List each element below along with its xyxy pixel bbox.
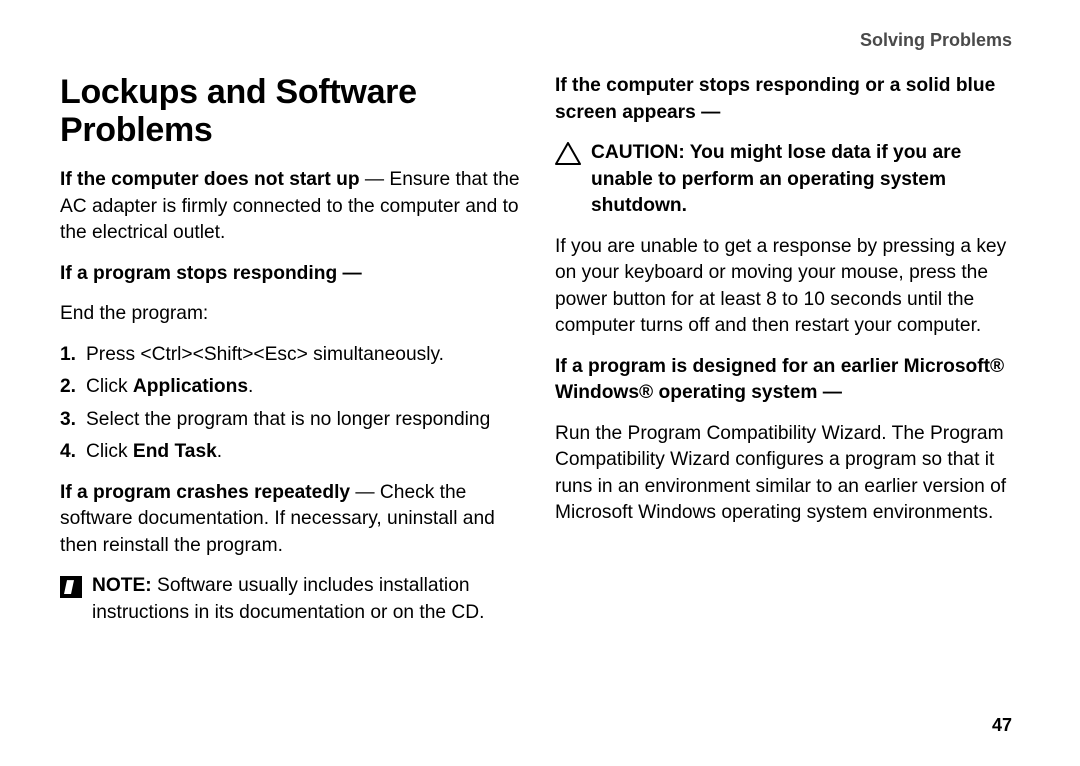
no-start-bold: If the computer does not start up	[60, 169, 360, 190]
step-1: Press <Ctrl><Shift><Esc> simultaneously.	[60, 342, 525, 369]
no-response-paragraph: If you are unable to get a response by p…	[555, 234, 1020, 340]
step-2: Click Applications.	[60, 374, 525, 401]
earlier-windows-heading: If a program is designed for an earlier …	[555, 354, 1020, 407]
step-4: Click End Task.	[60, 439, 525, 466]
left-column: Lockups and Software Problems If the com…	[60, 73, 525, 640]
crashes-paragraph: If a program crashes repeatedly — Check …	[60, 480, 525, 560]
caution-text: CAUTION: You might lose data if you are …	[591, 140, 1020, 220]
page-number: 47	[992, 715, 1012, 736]
note-block: NOTE: Software usually includes installa…	[60, 573, 525, 626]
step-2-pre: Click	[86, 376, 133, 397]
step-2-post: .	[248, 376, 253, 397]
crashes-bold: If a program crashes repeatedly	[60, 482, 350, 503]
caution-triangle-icon	[555, 142, 581, 166]
step-3: Select the program that is no longer res…	[60, 407, 525, 434]
right-column: If the computer stops responding or a so…	[555, 73, 1020, 640]
section-header: Solving Problems	[60, 30, 1020, 51]
note-icon	[60, 576, 82, 598]
page-title: Lockups and Software Problems	[60, 73, 525, 149]
content-columns: Lockups and Software Problems If the com…	[60, 73, 1020, 640]
no-start-paragraph: If the computer does not start up — Ensu…	[60, 167, 525, 247]
step-2-bold: Applications	[133, 376, 248, 397]
step-4-post: .	[217, 441, 222, 462]
step-4-pre: Click	[86, 441, 133, 462]
note-text: Software usually includes installation i…	[92, 575, 484, 623]
end-program-steps: Press <Ctrl><Shift><Esc> simultaneously.…	[60, 342, 525, 466]
blue-screen-heading: If the computer stops responding or a so…	[555, 73, 1020, 126]
note-label: NOTE:	[92, 575, 152, 596]
step-4-bold: End Task	[133, 441, 217, 462]
program-stops-heading: If a program stops responding —	[60, 261, 525, 288]
compatibility-paragraph: Run the Program Compatibility Wizard. Th…	[555, 421, 1020, 527]
caution-block: CAUTION: You might lose data if you are …	[555, 140, 1020, 220]
note-content: NOTE: Software usually includes installa…	[92, 573, 525, 626]
end-program-text: End the program:	[60, 301, 525, 328]
